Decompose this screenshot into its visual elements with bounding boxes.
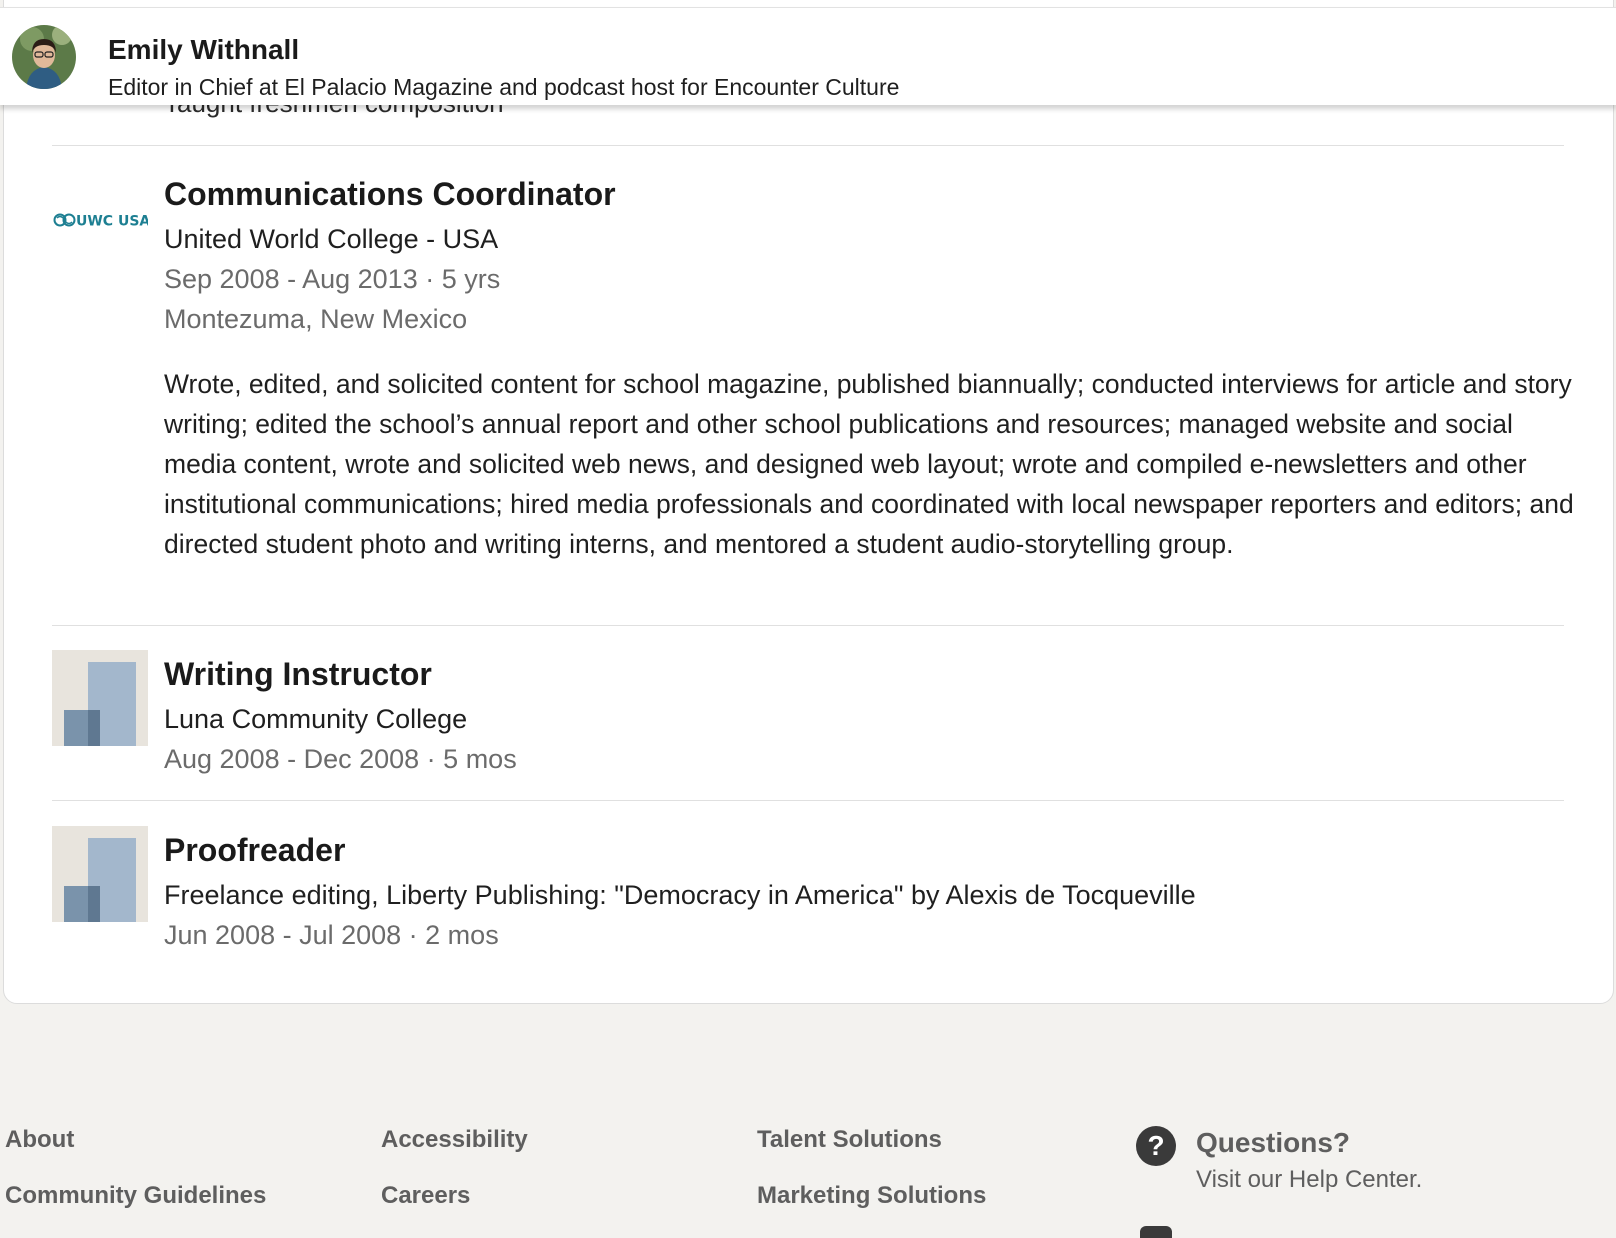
profile-avatar[interactable] [12, 25, 76, 89]
job-dates: Jun 2008 - Jul 2008 · 2 mos [164, 920, 499, 950]
help-title[interactable]: Questions? [1196, 1127, 1350, 1159]
profile-name: Emily Withnall [108, 34, 300, 65]
job-dates: Aug 2008 - Dec 2008 · 5 mos [164, 744, 517, 774]
uwc-usa-logo[interactable]: UWC USA [52, 190, 150, 250]
divider [52, 625, 1564, 626]
company-placeholder-logo[interactable] [52, 826, 148, 922]
footer-link-talent-solutions[interactable]: Talent Solutions [757, 1126, 942, 1154]
footer-link-marketing-solutions[interactable]: Marketing Solutions [757, 1182, 986, 1210]
company-name: Luna Community College [164, 704, 468, 734]
svg-text:UWC USA: UWC USA [76, 214, 148, 230]
help-center-link[interactable]: Visit our Help Center. [1196, 1166, 1422, 1194]
job-description: Wrote, edited, and solicited content for… [164, 369, 1574, 559]
company-placeholder-logo[interactable] [52, 650, 148, 746]
job-title[interactable]: Writing Instructor [164, 656, 432, 693]
footer-link-about[interactable]: About [5, 1126, 74, 1154]
sticky-profile-header: Emily Withnall Editor in Chief at El Pal… [0, 7, 1616, 105]
company-name: United World College - USA [164, 224, 499, 254]
question-circle-icon: ? [1136, 1126, 1176, 1166]
company-name: Freelance editing, Liberty Publishing: "… [164, 880, 1196, 910]
job-location: Montezuma, New Mexico [164, 304, 468, 334]
job-dates: Sep 2008 - Aug 2013 · 5 yrs [164, 264, 501, 294]
job-title[interactable]: Communications Coordinator [164, 176, 616, 213]
footer-link-community-guidelines[interactable]: Community Guidelines [5, 1182, 266, 1210]
job-title[interactable]: Proofreader [164, 832, 345, 869]
gear-icon [1140, 1226, 1172, 1238]
divider [52, 800, 1564, 801]
footer-link-accessibility[interactable]: Accessibility [381, 1126, 528, 1154]
profile-headline: Editor in Chief at El Palacio Magazine a… [108, 74, 900, 100]
divider [52, 145, 1564, 146]
footer-link-careers[interactable]: Careers [381, 1182, 470, 1210]
